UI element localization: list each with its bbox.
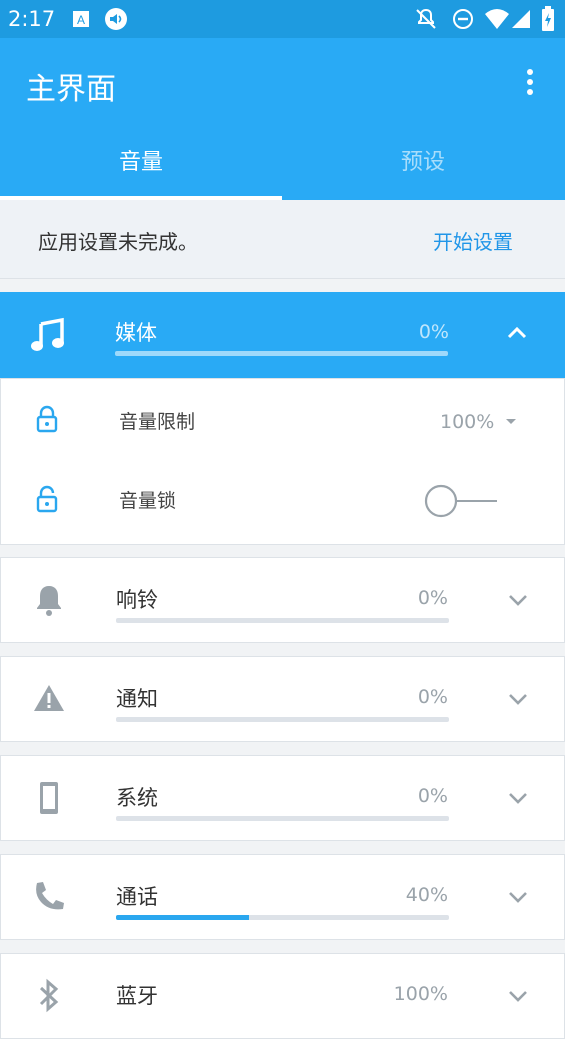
call-volume-slider[interactable]: [116, 915, 449, 920]
notification-volume-slider[interactable]: [116, 717, 449, 722]
dropdown-arrow-icon[interactable]: [505, 418, 517, 426]
channel-percent: 100%: [393, 983, 448, 1005]
app-bar: 主界面 音量 预设: [0, 38, 565, 200]
channel-percent: 40%: [405, 884, 448, 906]
media-options-panel: 音量限制 100% 音量锁: [0, 378, 565, 545]
media-playing-icon: [105, 8, 127, 30]
setup-notice: 应用设置未完成。 开始设置: [0, 200, 565, 279]
wifi-icon: [485, 9, 509, 29]
bluetooth-volume-card[interactable]: 蓝牙 100%: [0, 953, 565, 1039]
media-volume-slider[interactable]: [115, 351, 448, 356]
warning-icon: [34, 685, 64, 711]
cell-signal-icon: [512, 10, 530, 28]
status-time: 2:17: [8, 7, 56, 31]
lock-icon: [36, 405, 58, 433]
media-percent: 0%: [418, 321, 449, 343]
do-not-disturb-icon: [453, 9, 473, 29]
ring-volume-slider[interactable]: [116, 618, 449, 623]
phone-device-icon: [40, 782, 58, 814]
chevron-down-icon[interactable]: [507, 692, 529, 706]
volume-lock-toggle[interactable]: [423, 483, 499, 519]
volume-limit-value[interactable]: 100%: [440, 411, 494, 433]
system-volume-slider[interactable]: [116, 816, 449, 821]
channel-percent: 0%: [417, 686, 448, 708]
notification-volume-card[interactable]: 通知 0%: [0, 656, 565, 742]
volume-lock-label: 音量锁: [119, 490, 177, 512]
tab-presets[interactable]: 预设: [282, 138, 564, 198]
chevron-down-icon[interactable]: [507, 593, 529, 607]
chevron-down-icon[interactable]: [507, 791, 529, 805]
system-volume-card[interactable]: 系统 0%: [0, 755, 565, 841]
status-bar: 2:17 A: [0, 0, 565, 38]
notifications-off-icon: [416, 8, 436, 29]
bluetooth-icon: [39, 978, 59, 1013]
keyboard-indicator-icon: A: [73, 11, 89, 27]
media-label: 媒体: [115, 321, 157, 345]
overflow-menu-icon[interactable]: [518, 66, 542, 98]
channel-label: 通知: [116, 687, 158, 711]
volume-limit-label: 音量限制: [119, 411, 196, 433]
channel-percent: 0%: [417, 587, 448, 609]
svg-text:A: A: [77, 13, 85, 27]
unlock-icon: [36, 485, 58, 513]
chevron-up-icon[interactable]: [506, 326, 528, 340]
channel-label: 系统: [116, 786, 158, 810]
chevron-down-icon[interactable]: [507, 989, 529, 1003]
call-volume-card[interactable]: 通话 40%: [0, 854, 565, 940]
channel-percent: 0%: [417, 785, 448, 807]
setup-message: 应用设置未完成。: [38, 230, 198, 254]
media-volume-header[interactable]: 媒体 0%: [0, 292, 565, 378]
page-title: 主界面: [26, 72, 116, 107]
channel-label: 通话: [116, 885, 158, 909]
call-icon: [36, 882, 64, 910]
music-note-icon: [31, 317, 64, 351]
battery-charging-icon: [542, 6, 554, 31]
start-setup-button[interactable]: 开始设置: [433, 226, 513, 255]
bell-icon: [37, 586, 61, 616]
chevron-down-icon[interactable]: [507, 890, 529, 904]
channel-label: 响铃: [116, 588, 158, 612]
channel-label: 蓝牙: [116, 984, 158, 1008]
tab-volume[interactable]: 音量: [0, 138, 282, 198]
ring-volume-card[interactable]: 响铃 0%: [0, 557, 565, 643]
